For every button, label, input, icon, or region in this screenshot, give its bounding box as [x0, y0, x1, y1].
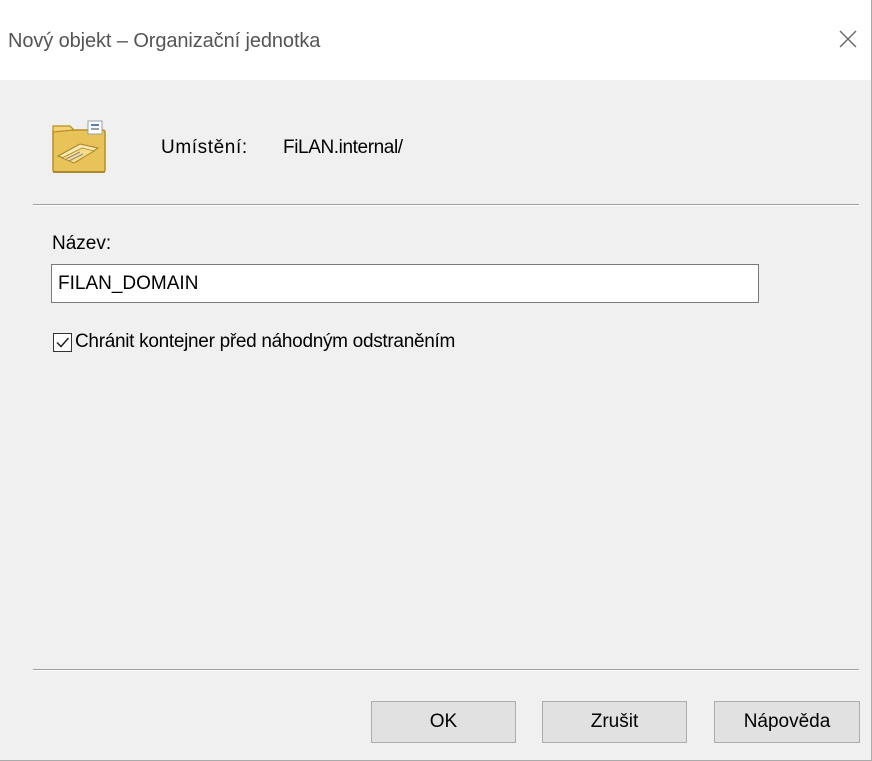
location-value: FiLAN.internal/ — [283, 137, 403, 158]
ok-button[interactable]: OK — [371, 701, 516, 743]
protect-from-deletion-label: Chránit kontejner před náhodným odstraně… — [75, 331, 455, 352]
cancel-button[interactable]: Zrušit — [542, 701, 687, 743]
name-input[interactable] — [51, 264, 759, 303]
divider — [33, 669, 859, 671]
checkbox-checked-icon[interactable] — [53, 332, 72, 352]
protect-from-deletion-checkbox[interactable]: Chránit kontejner před náhodným odstraně… — [53, 331, 455, 353]
folder-icon — [50, 118, 108, 174]
new-ou-dialog: Nový objekt – Organizační jednotka Umíst… — [0, 0, 872, 761]
name-label: Název: — [52, 233, 112, 254]
close-icon — [839, 30, 857, 48]
close-button[interactable] — [825, 16, 871, 62]
title-bar: Nový objekt – Organizační jednotka — [0, 0, 871, 80]
divider — [33, 204, 859, 206]
help-button[interactable]: Nápověda — [714, 701, 860, 743]
location-label: Umístění: — [161, 137, 248, 158]
window-title: Nový objekt – Organizační jednotka — [8, 30, 321, 52]
